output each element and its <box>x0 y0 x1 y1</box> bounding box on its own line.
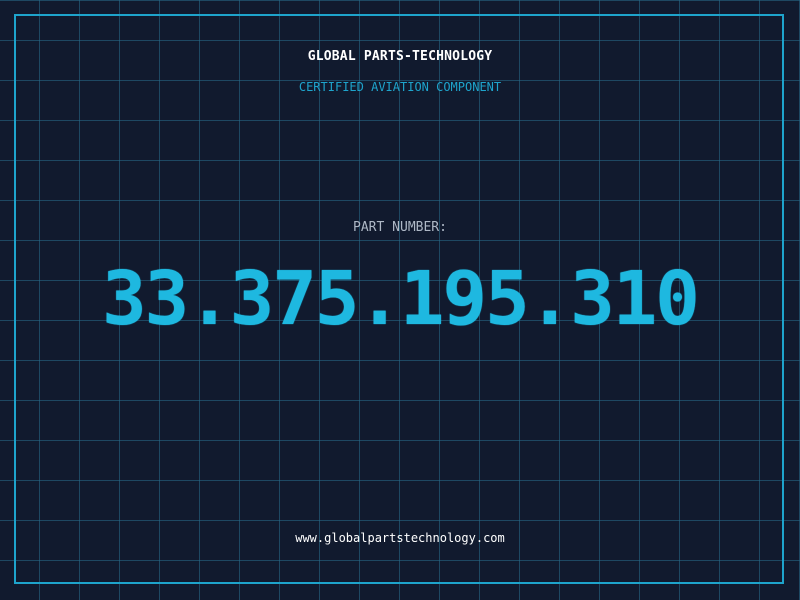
website-url: www.globalpartstechnology.com <box>295 531 505 545</box>
company-name: GLOBAL PARTS-TECHNOLOGY <box>307 49 493 64</box>
part-number-value: 33.375.195.310 <box>102 256 700 342</box>
label-canvas: GLOBAL PARTS-TECHNOLOGY CERTIFIED AVIATI… <box>0 0 800 600</box>
certification-tagline: CERTIFIED AVIATION COMPONENT <box>298 80 502 94</box>
part-number-label: PART NUMBER: <box>353 220 447 235</box>
